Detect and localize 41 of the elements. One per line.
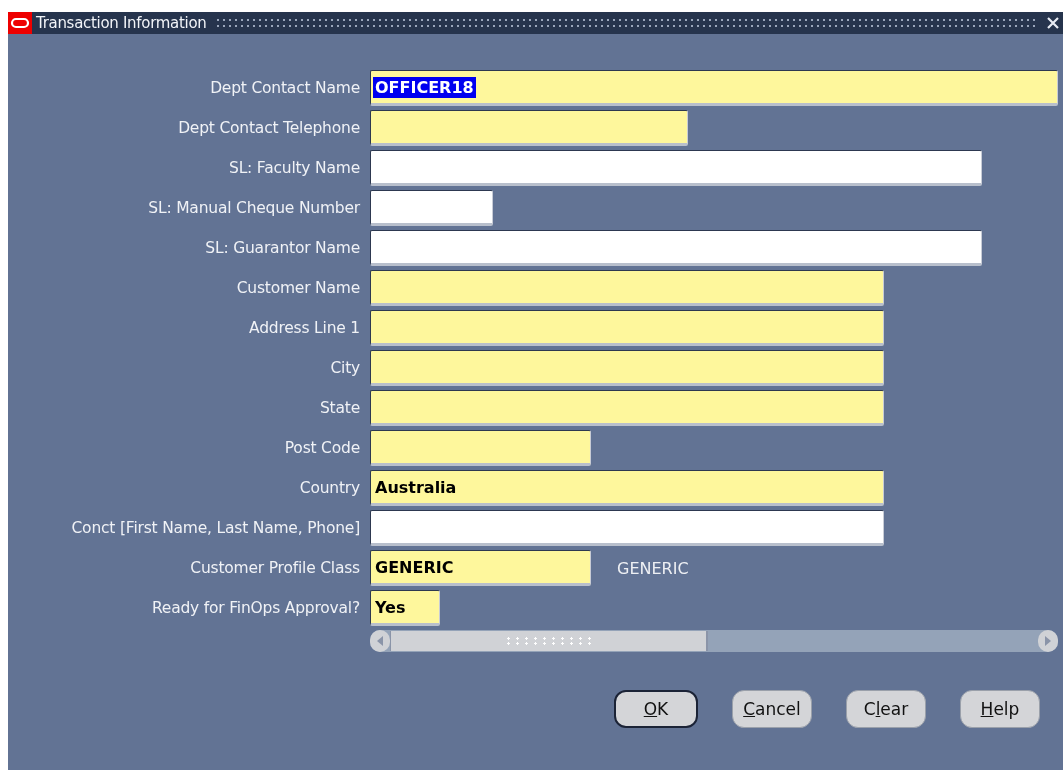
field-label: Customer Profile Class xyxy=(189,559,360,577)
scroll-thumb[interactable] xyxy=(390,631,708,651)
field-label: Conct [First Name, Last Name, Phone] xyxy=(70,519,360,537)
dialog-button[interactable]: Clear xyxy=(846,690,926,728)
field-label: Post Code xyxy=(283,439,360,457)
window-title: Transaction Information xyxy=(36,14,207,32)
field-label: SL: Guarantor Name xyxy=(204,239,360,257)
input-field[interactable] xyxy=(370,110,688,146)
field-label: Dept Contact Telephone xyxy=(177,119,360,137)
close-icon[interactable] xyxy=(1045,15,1061,31)
dialog-button[interactable]: Help xyxy=(960,690,1040,728)
scroll-right-icon[interactable] xyxy=(1038,630,1058,652)
input-field[interactable]: GENERIC xyxy=(370,550,591,586)
scrollbar[interactable] xyxy=(370,630,1058,652)
field-label: Country xyxy=(298,479,360,497)
field-label: SL: Manual Cheque Number xyxy=(147,199,360,217)
input-field[interactable]: Australia xyxy=(370,470,884,506)
field-label: Customer Name xyxy=(235,279,360,297)
input-field[interactable] xyxy=(370,190,493,226)
field-label: City xyxy=(329,359,360,377)
input-field[interactable]: OFFICER18 xyxy=(370,70,1058,106)
input-field[interactable]: Yes xyxy=(370,590,440,626)
input-field[interactable] xyxy=(370,390,884,426)
scroll-left-icon[interactable] xyxy=(370,630,390,652)
field-label: State xyxy=(318,399,360,417)
input-field[interactable] xyxy=(370,430,591,466)
field-label: SL: Faculty Name xyxy=(228,159,360,177)
input-field[interactable] xyxy=(370,510,884,546)
field-label: Dept Contact Name xyxy=(209,79,360,97)
field-label: Ready for FinOps Approval? xyxy=(150,599,360,617)
field-label: Address Line 1 xyxy=(248,319,360,337)
selected-text: OFFICER18 xyxy=(373,76,476,98)
input-field[interactable] xyxy=(370,150,982,186)
input-field[interactable] xyxy=(370,230,982,266)
description-text: GENERIC xyxy=(617,558,689,578)
input-field[interactable] xyxy=(370,350,884,386)
input-field[interactable] xyxy=(370,310,884,346)
dialog-button[interactable]: Cancel xyxy=(732,690,812,728)
logo-icon xyxy=(8,12,32,34)
dialog-button[interactable]: OK xyxy=(614,690,698,728)
input-field[interactable] xyxy=(370,270,884,306)
